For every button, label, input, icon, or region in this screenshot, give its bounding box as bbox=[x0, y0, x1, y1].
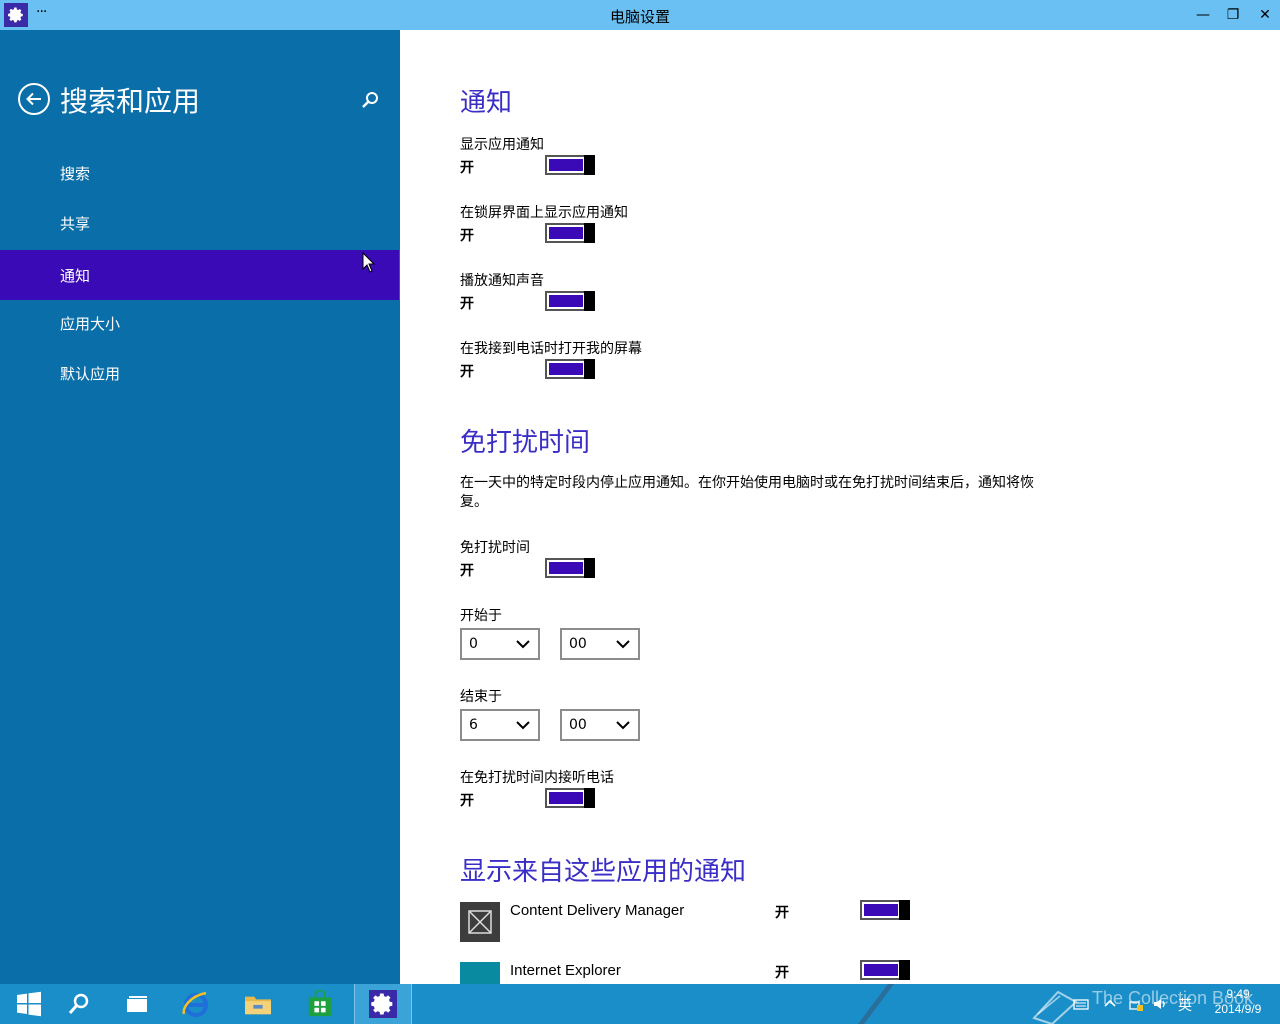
start-time-label: 开始于 bbox=[460, 608, 502, 624]
internet-explorer-taskbar-button[interactable] bbox=[167, 984, 225, 1024]
content-delivery-manager-icon bbox=[460, 902, 500, 942]
end-minute-select[interactable]: 00 bbox=[560, 709, 640, 741]
network-icon[interactable] bbox=[1128, 996, 1144, 1012]
arrow-left-icon bbox=[26, 92, 41, 106]
app-menu-button[interactable]: ··· bbox=[36, 4, 47, 20]
file-explorer-taskbar-button[interactable] bbox=[229, 984, 287, 1024]
lockscreen-notifications-toggle[interactable] bbox=[545, 223, 595, 243]
quiet-hours-toggle[interactable] bbox=[545, 558, 595, 578]
content-delivery-manager-name: Content Delivery Manager bbox=[510, 902, 685, 919]
settings-content: 通知 显示应用通知 开 在锁屏界面上显示应用通知 开 播放通知声音 开 在我接到… bbox=[400, 30, 1280, 984]
settings-gear-icon[interactable] bbox=[4, 3, 28, 27]
content-delivery-manager-state: 开 bbox=[775, 905, 789, 921]
system-clock[interactable]: 9:49 2014/9/9 bbox=[1200, 987, 1276, 1017]
sidebar: 搜索和应用 搜索 共享 通知 应用大小 默认应用 bbox=[0, 30, 400, 984]
internet-explorer-name: Internet Explorer bbox=[510, 962, 621, 979]
clock-date: 2014/9/9 bbox=[1214, 1002, 1262, 1016]
task-view-icon bbox=[127, 996, 147, 1012]
start-hour-value: 0 bbox=[469, 636, 478, 652]
settings-taskbar-button[interactable] bbox=[354, 984, 412, 1024]
show-app-notifications-state: 开 bbox=[460, 160, 474, 176]
chevron-down-icon bbox=[616, 721, 630, 730]
restore-button[interactable]: ❐ bbox=[1218, 3, 1248, 27]
quiet-hours-label: 免打扰时间 bbox=[460, 540, 530, 556]
task-view-button[interactable] bbox=[108, 984, 166, 1024]
decorative-stripe bbox=[858, 984, 894, 1024]
settings-gear-icon bbox=[369, 990, 397, 1018]
start-minute-value: 00 bbox=[569, 636, 587, 652]
close-button[interactable]: ✕ bbox=[1250, 3, 1280, 27]
minimize-button[interactable]: — bbox=[1188, 3, 1218, 27]
title-bar: ··· 电脑设置 — ❐ ✕ bbox=[0, 0, 1280, 30]
internet-explorer-toggle[interactable] bbox=[860, 960, 910, 980]
store-taskbar-button[interactable] bbox=[291, 984, 349, 1024]
sidebar-item-share[interactable]: 共享 bbox=[0, 198, 399, 248]
screen-on-call-state: 开 bbox=[460, 364, 474, 380]
sidebar-item-app-sizes[interactable]: 应用大小 bbox=[0, 298, 399, 348]
taskbar: The Collection Book 英 9:49 2014/9/9 bbox=[0, 984, 1280, 1024]
show-app-notifications-toggle[interactable] bbox=[545, 155, 595, 175]
end-hour-select[interactable]: 6 bbox=[460, 709, 540, 741]
notification-sounds-state: 开 bbox=[460, 296, 474, 312]
search-icon[interactable] bbox=[360, 90, 380, 110]
end-time-label: 结束于 bbox=[460, 689, 502, 705]
mouse-cursor-icon bbox=[362, 252, 376, 273]
window-title: 电脑设置 bbox=[609, 8, 670, 26]
quiet-hours-calls-state: 开 bbox=[460, 793, 474, 809]
quiet-hours-calls-toggle[interactable] bbox=[545, 788, 595, 808]
sidebar-title: 搜索和应用 bbox=[60, 85, 201, 118]
folder-icon bbox=[245, 996, 271, 1015]
quiet-hours-calls-label: 在免打扰时间内接听电话 bbox=[460, 770, 614, 786]
notification-sounds-label: 播放通知声音 bbox=[460, 273, 544, 289]
sidebar-item-default-apps[interactable]: 默认应用 bbox=[0, 348, 399, 398]
screen-on-call-toggle[interactable] bbox=[545, 359, 595, 379]
start-minute-select[interactable]: 00 bbox=[560, 628, 640, 660]
clock-time: 9:49 bbox=[1226, 987, 1250, 1001]
chevron-down-icon bbox=[516, 721, 530, 730]
store-bag-icon bbox=[308, 990, 332, 1017]
lockscreen-notifications-state: 开 bbox=[460, 228, 474, 244]
start-hour-select[interactable]: 0 bbox=[460, 628, 540, 660]
chevron-up-icon[interactable] bbox=[1102, 996, 1118, 1012]
app-notifications-heading: 显示来自这些应用的通知 bbox=[460, 857, 747, 887]
search-icon bbox=[68, 993, 89, 1014]
search-button[interactable] bbox=[50, 984, 108, 1024]
content-delivery-manager-toggle[interactable] bbox=[860, 900, 910, 920]
chevron-down-icon bbox=[616, 640, 630, 649]
end-minute-value: 00 bbox=[569, 717, 587, 733]
keyboard-icon[interactable] bbox=[1073, 996, 1089, 1012]
notifications-heading: 通知 bbox=[460, 88, 513, 118]
speaker-icon[interactable] bbox=[1152, 996, 1168, 1012]
back-button[interactable] bbox=[18, 83, 50, 115]
internet-explorer-icon bbox=[182, 991, 208, 1017]
show-app-notifications-label: 显示应用通知 bbox=[460, 137, 544, 153]
lockscreen-notifications-label: 在锁屏界面上显示应用通知 bbox=[460, 205, 628, 221]
screen-on-call-label: 在我接到电话时打开我的屏幕 bbox=[460, 341, 642, 357]
quiet-hours-state: 开 bbox=[460, 563, 474, 579]
chevron-down-icon bbox=[516, 640, 530, 649]
sidebar-item-search[interactable]: 搜索 bbox=[0, 148, 399, 198]
input-method-indicator[interactable]: 英 bbox=[1178, 995, 1192, 1015]
notification-sounds-toggle[interactable] bbox=[545, 291, 595, 311]
windows-logo-icon bbox=[17, 991, 41, 1017]
quiet-hours-description: 在一天中的特定时段内停止应用通知。在你开始使用电脑时或在免打扰时间结束后，通知将… bbox=[460, 475, 1034, 510]
internet-explorer-state: 开 bbox=[775, 965, 789, 981]
quiet-hours-heading: 免打扰时间 bbox=[460, 428, 591, 458]
sidebar-item-notifications[interactable]: 通知 bbox=[0, 250, 399, 300]
internet-explorer-app-icon bbox=[460, 962, 500, 984]
end-hour-value: 6 bbox=[469, 717, 478, 733]
